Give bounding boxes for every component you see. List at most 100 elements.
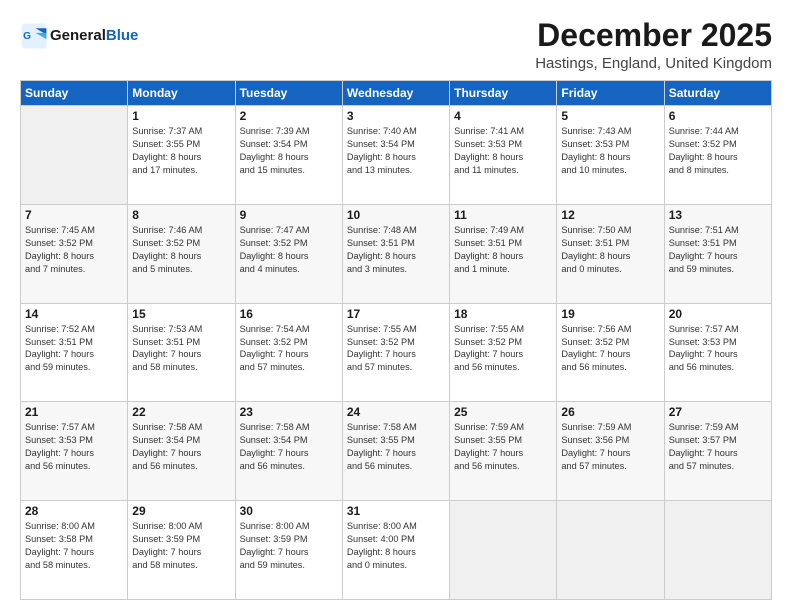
day-info: Sunrise: 7:40 AM Sunset: 3:54 PM Dayligh… [347, 125, 445, 177]
calendar-cell: 7Sunrise: 7:45 AM Sunset: 3:52 PM Daylig… [21, 204, 128, 303]
col-friday: Friday [557, 81, 664, 106]
logo-text: GeneralBlue [50, 27, 138, 44]
month-title: December 2025 [535, 18, 772, 53]
calendar-cell: 16 Sunrise: 7:54 AM Sunset: 3:52 PM Dayli… [235, 303, 342, 402]
day-number: 23 [240, 405, 338, 419]
day-number: 24 [347, 405, 445, 419]
day-number: 22 [132, 405, 230, 419]
day-number: 15 [132, 307, 230, 321]
calendar-cell: 4 Sunrise: 7:41 AM Sunset: 3:53 PM Daylig… [450, 106, 557, 205]
col-saturday: Saturday [664, 81, 771, 106]
day-number: 29 [132, 504, 230, 518]
day-info: Sunrise: 7:47 AM Sunset: 3:52 PM Dayligh… [240, 224, 338, 276]
day-number: 10 [347, 208, 445, 222]
day-number: 8 [132, 208, 230, 222]
calendar-cell: 11 Sunrise: 7:49 AM Sunset: 3:51 PM Dayli… [450, 204, 557, 303]
calendar-week-1: 1 Sunrise: 7:37 AM Sunset: 3:55 PM Daylig… [21, 106, 772, 205]
calendar-cell: 21Sunrise: 7:57 AM Sunset: 3:53 PM Dayli… [21, 402, 128, 501]
calendar-cell: 5 Sunrise: 7:43 AM Sunset: 3:53 PM Daylig… [557, 106, 664, 205]
day-info: Sunrise: 7:41 AM Sunset: 3:53 PM Dayligh… [454, 125, 552, 177]
calendar-cell: 24 Sunrise: 7:58 AM Sunset: 3:55 PM Dayli… [342, 402, 449, 501]
day-number: 2 [240, 109, 338, 123]
logo-icon: G [20, 22, 48, 50]
header: G GeneralBlue December 2025 Hastings, En… [20, 18, 772, 72]
day-number: 27 [669, 405, 767, 419]
day-info: Sunrise: 7:58 AM Sunset: 3:54 PM Dayligh… [240, 421, 338, 473]
day-number: 6 [669, 109, 767, 123]
day-number: 5 [561, 109, 659, 123]
day-number: 17 [347, 307, 445, 321]
calendar-cell [557, 501, 664, 600]
calendar-cell: 3Sunrise: 7:40 AM Sunset: 3:54 PM Daylig… [342, 106, 449, 205]
day-info: Sunrise: 7:58 AM Sunset: 3:54 PM Dayligh… [132, 421, 230, 473]
calendar-cell: 29 Sunrise: 8:00 AM Sunset: 3:59 PM Dayli… [128, 501, 235, 600]
day-info: Sunrise: 7:50 AM Sunset: 3:51 PM Dayligh… [561, 224, 659, 276]
day-number: 26 [561, 405, 659, 419]
day-info: Sunrise: 7:57 AM Sunset: 3:53 PM Dayligh… [25, 421, 123, 473]
day-number: 16 [240, 307, 338, 321]
day-info: Sunrise: 7:54 AM Sunset: 3:52 PM Dayligh… [240, 323, 338, 375]
day-number: 4 [454, 109, 552, 123]
col-thursday: Thursday [450, 81, 557, 106]
day-info: Sunrise: 7:43 AM Sunset: 3:53 PM Dayligh… [561, 125, 659, 177]
calendar-cell: 13Sunrise: 7:51 AM Sunset: 3:51 PM Dayli… [664, 204, 771, 303]
day-info: Sunrise: 7:51 AM Sunset: 3:51 PM Dayligh… [669, 224, 767, 276]
calendar-cell [21, 106, 128, 205]
calendar-cell: 8 Sunrise: 7:46 AM Sunset: 3:52 PM Daylig… [128, 204, 235, 303]
day-info: Sunrise: 7:59 AM Sunset: 3:56 PM Dayligh… [561, 421, 659, 473]
day-number: 12 [561, 208, 659, 222]
day-number: 19 [561, 307, 659, 321]
calendar-cell: 31 Sunrise: 8:00 AM Sunset: 4:00 PM Dayli… [342, 501, 449, 600]
calendar-page: G GeneralBlue December 2025 Hastings, En… [0, 0, 792, 612]
calendar-cell [450, 501, 557, 600]
day-number: 20 [669, 307, 767, 321]
calendar-table: Sunday Monday Tuesday Wednesday Thursday… [20, 80, 772, 600]
day-info: Sunrise: 8:00 AM Sunset: 3:59 PM Dayligh… [132, 520, 230, 572]
day-info: Sunrise: 7:45 AM Sunset: 3:52 PM Dayligh… [25, 224, 123, 276]
title-area: December 2025 Hastings, England, United … [535, 18, 772, 72]
day-number: 1 [132, 109, 230, 123]
calendar-cell: 26 Sunrise: 7:59 AM Sunset: 3:56 PM Dayli… [557, 402, 664, 501]
calendar-cell: 19 Sunrise: 7:56 AM Sunset: 3:52 PM Dayli… [557, 303, 664, 402]
calendar-cell: 12 Sunrise: 7:50 AM Sunset: 3:51 PM Dayli… [557, 204, 664, 303]
day-number: 18 [454, 307, 552, 321]
day-number: 25 [454, 405, 552, 419]
day-info: Sunrise: 7:39 AM Sunset: 3:54 PM Dayligh… [240, 125, 338, 177]
day-number: 11 [454, 208, 552, 222]
location: Hastings, England, United Kingdom [535, 55, 772, 72]
day-number: 14 [25, 307, 123, 321]
day-info: Sunrise: 7:55 AM Sunset: 3:52 PM Dayligh… [454, 323, 552, 375]
calendar-cell: 30Sunrise: 8:00 AM Sunset: 3:59 PM Dayli… [235, 501, 342, 600]
calendar-cell [664, 501, 771, 600]
day-info: Sunrise: 8:00 AM Sunset: 3:58 PM Dayligh… [25, 520, 123, 572]
calendar-cell: 18 Sunrise: 7:55 AM Sunset: 3:52 PM Dayli… [450, 303, 557, 402]
calendar-cell: 15 Sunrise: 7:53 AM Sunset: 3:51 PM Dayli… [128, 303, 235, 402]
calendar-cell: 10 Sunrise: 7:48 AM Sunset: 3:51 PM Dayli… [342, 204, 449, 303]
day-info: Sunrise: 7:59 AM Sunset: 3:55 PM Dayligh… [454, 421, 552, 473]
day-info: Sunrise: 8:00 AM Sunset: 3:59 PM Dayligh… [240, 520, 338, 572]
day-info: Sunrise: 7:46 AM Sunset: 3:52 PM Dayligh… [132, 224, 230, 276]
day-number: 31 [347, 504, 445, 518]
calendar-cell: 25 Sunrise: 7:59 AM Sunset: 3:55 PM Dayli… [450, 402, 557, 501]
calendar-cell: 28Sunrise: 8:00 AM Sunset: 3:58 PM Dayli… [21, 501, 128, 600]
day-info: Sunrise: 7:55 AM Sunset: 3:52 PM Dayligh… [347, 323, 445, 375]
day-info: Sunrise: 7:57 AM Sunset: 3:53 PM Dayligh… [669, 323, 767, 375]
day-info: Sunrise: 7:52 AM Sunset: 3:51 PM Dayligh… [25, 323, 123, 375]
calendar-week-3: 14 Sunrise: 7:52 AM Sunset: 3:51 PM Dayli… [21, 303, 772, 402]
day-info: Sunrise: 8:00 AM Sunset: 4:00 PM Dayligh… [347, 520, 445, 572]
day-number: 9 [240, 208, 338, 222]
header-row: Sunday Monday Tuesday Wednesday Thursday… [21, 81, 772, 106]
day-info: Sunrise: 7:58 AM Sunset: 3:55 PM Dayligh… [347, 421, 445, 473]
calendar-cell: 17 Sunrise: 7:55 AM Sunset: 3:52 PM Dayli… [342, 303, 449, 402]
calendar-cell: 20 Sunrise: 7:57 AM Sunset: 3:53 PM Dayli… [664, 303, 771, 402]
day-info: Sunrise: 7:37 AM Sunset: 3:55 PM Dayligh… [132, 125, 230, 177]
calendar-week-5: 28Sunrise: 8:00 AM Sunset: 3:58 PM Dayli… [21, 501, 772, 600]
day-info: Sunrise: 7:56 AM Sunset: 3:52 PM Dayligh… [561, 323, 659, 375]
day-info: Sunrise: 7:48 AM Sunset: 3:51 PM Dayligh… [347, 224, 445, 276]
calendar-cell: 1 Sunrise: 7:37 AM Sunset: 3:55 PM Daylig… [128, 106, 235, 205]
col-monday: Monday [128, 81, 235, 106]
logo: G GeneralBlue [20, 22, 138, 50]
calendar-week-2: 7Sunrise: 7:45 AM Sunset: 3:52 PM Daylig… [21, 204, 772, 303]
day-info: Sunrise: 7:53 AM Sunset: 3:51 PM Dayligh… [132, 323, 230, 375]
day-info: Sunrise: 7:49 AM Sunset: 3:51 PM Dayligh… [454, 224, 552, 276]
